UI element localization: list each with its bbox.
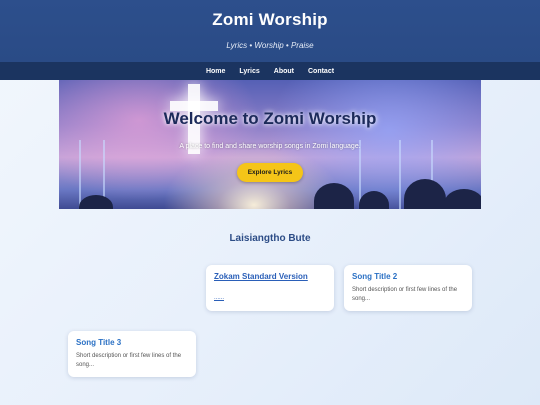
song-card[interactable]: Song Title 3 Short description or first …: [68, 331, 196, 377]
hero-banner: Welcome to Zomi Worship A place to find …: [59, 80, 481, 209]
crowd-silhouette: [359, 191, 389, 209]
explore-lyrics-button[interactable]: Explore Lyrics: [237, 163, 303, 182]
nav-contact[interactable]: Contact: [308, 68, 334, 75]
site-tagline: Lyrics • Worship • Praise: [226, 41, 314, 50]
site-header: Zomi Worship Lyrics • Worship • Praise: [0, 0, 540, 62]
song-card-link[interactable]: ......: [214, 295, 224, 301]
light-beam: [79, 140, 81, 209]
song-card-title: Song Title 3: [76, 338, 122, 347]
hero-subtitle: A place to find and share worship songs …: [179, 143, 361, 150]
site-title: Zomi Worship: [212, 10, 328, 29]
crowd-silhouette: [444, 189, 481, 209]
song-card-title: Song Title 2: [352, 272, 398, 281]
nav-about[interactable]: About: [274, 68, 294, 75]
song-card-description: Short description or first few lines of …: [76, 353, 182, 368]
light-beam: [399, 140, 401, 209]
hero-title: Welcome to Zomi Worship: [163, 109, 377, 128]
song-card-title[interactable]: Zokam Standard Version: [214, 272, 326, 281]
section-title: Laisiangtho Bute: [229, 233, 311, 244]
crowd-silhouette: [79, 195, 113, 209]
song-card-description: Short description or first few lines of …: [352, 287, 458, 302]
crowd-silhouette: [404, 179, 446, 209]
song-card[interactable]: Zokam Standard Version ......: [206, 265, 334, 311]
main-nav: Home Lyrics About Contact: [0, 62, 540, 80]
nav-lyrics[interactable]: Lyrics: [239, 68, 259, 75]
song-card[interactable]: Song Title 2 Short description or first …: [344, 265, 472, 311]
crowd-silhouette: [314, 183, 354, 209]
nav-home[interactable]: Home: [206, 68, 225, 75]
